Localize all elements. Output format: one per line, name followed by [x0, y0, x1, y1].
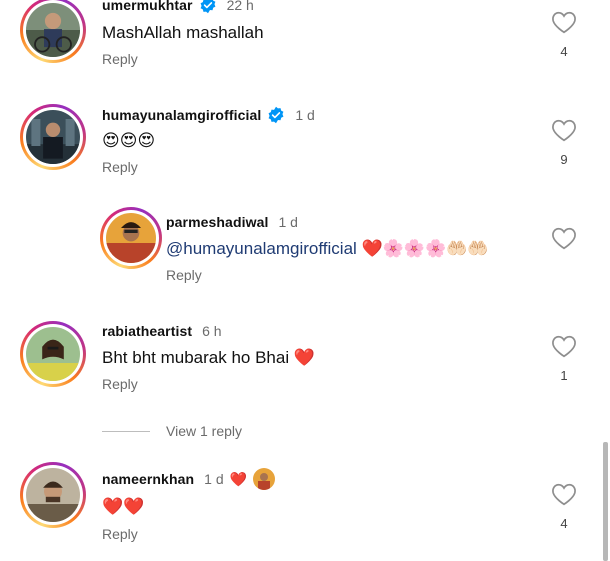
- scrollbar[interactable]: [603, 442, 608, 561]
- author-mini-avatar: [253, 468, 276, 490]
- comment-emoji: ❤️🌸🌸🌸🤲🏻🤲🏻: [361, 239, 489, 258]
- username[interactable]: humayunalamgirofficial: [102, 107, 261, 123]
- heart-outline-icon[interactable]: [551, 226, 577, 250]
- like-count: 4: [560, 516, 568, 531]
- avatar-rabiatheartist[interactable]: [20, 321, 86, 387]
- like-count: 4: [560, 44, 568, 59]
- reply-button[interactable]: Reply: [102, 526, 138, 542]
- reply-button[interactable]: Reply: [102, 376, 138, 392]
- comment-text: MashAllah mashallah: [102, 23, 264, 42]
- comment-time: 1 d: [278, 214, 298, 230]
- comment-text: @humayunalamgirofficial ❤️🌸🌸🌸🤲🏻🤲🏻: [166, 239, 489, 259]
- heart-outline-icon[interactable]: [551, 482, 577, 506]
- comment-time: 6 h: [202, 323, 222, 339]
- reply-button[interactable]: Reply: [102, 159, 138, 175]
- verified-badge-icon: [200, 0, 216, 14]
- comment-text: 😍😍😍: [102, 131, 156, 150]
- view-replies-button[interactable]: View 1 reply: [166, 423, 242, 439]
- username[interactable]: umermukhtar: [102, 0, 193, 13]
- username[interactable]: parmeshadiwal: [166, 214, 268, 230]
- like-count: 1: [560, 368, 568, 383]
- like-count: 9: [560, 152, 568, 167]
- reply-button[interactable]: Reply: [102, 51, 138, 67]
- avatar-humayunalamgirofficial[interactable]: [20, 104, 86, 170]
- verified-badge-icon: [268, 106, 284, 124]
- heart-outline-icon[interactable]: [551, 10, 577, 34]
- avatar-parmeshadiwal[interactable]: [100, 207, 162, 269]
- username[interactable]: rabiatheartist: [102, 323, 192, 339]
- comment-text: Bht bht mubarak ho Bhai ❤️: [102, 348, 316, 367]
- avatar-umermukhtar[interactable]: [20, 0, 86, 63]
- comment-time: 1 d: [295, 107, 315, 123]
- liked-by-author-heart: ❤️: [229, 470, 248, 487]
- comment-time: 1 d: [204, 471, 224, 487]
- view-replies[interactable]: View 1 reply: [102, 423, 242, 439]
- heart-outline-icon[interactable]: [551, 118, 577, 142]
- comment-time: 22 h: [226, 0, 254, 13]
- mention-link[interactable]: @humayunalamgirofficial: [166, 239, 357, 258]
- avatar-nameernkhan[interactable]: [20, 462, 86, 528]
- reply-button[interactable]: Reply: [166, 267, 202, 283]
- comment-text: ❤️❤️: [102, 497, 145, 516]
- heart-outline-icon[interactable]: [551, 334, 577, 358]
- username[interactable]: nameernkhan: [102, 471, 194, 487]
- view-replies-divider: [102, 430, 150, 432]
